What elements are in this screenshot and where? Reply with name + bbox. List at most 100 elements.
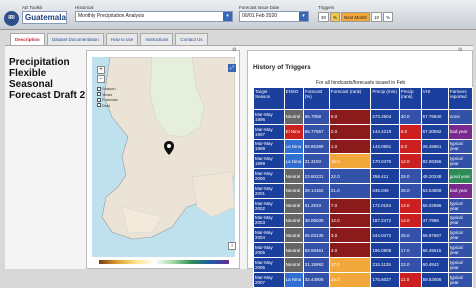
enso-cell: Neutral	[283, 182, 304, 199]
precip-rank-cell: 6.0	[398, 123, 422, 140]
forecast-pct-cell: 38.06039	[302, 212, 330, 229]
historical-value: Monthly Precipitation Analysis	[78, 13, 145, 19]
precip-rank-cell: 30.0	[398, 109, 422, 125]
col-header[interactable]: Precip (mm)	[370, 87, 400, 110]
layer-item[interactable]: Dsfo	[97, 103, 119, 109]
chevron-down-icon: ▾	[223, 12, 232, 21]
precip-rank-cell: 11.0	[398, 271, 422, 288]
trigger-threshold-input[interactable]: 30	[318, 12, 330, 22]
table-row: Mar-May 1999 La Nina 31.3193 16.0 170.0475 12…	[253, 153, 474, 170]
zoom-out-button[interactable]: −	[97, 75, 105, 83]
season-cell: Mar-May 2004	[253, 227, 285, 244]
history-header-row: Target Season ENSO Forecast (%) Forecast…	[253, 87, 474, 110]
col-header[interactable]: Forecast (%)	[302, 87, 330, 110]
checkbox-icon	[97, 103, 101, 108]
table-row: Mar-May 2004 Neutral 65.03139 3.0 244.0472 25…	[253, 227, 474, 244]
col-header[interactable]: Farmers reported	[447, 87, 474, 110]
col-header[interactable]: ENSO	[283, 87, 304, 110]
farmers-cell: typical year	[447, 153, 474, 170]
enso-cell: La Nina	[283, 153, 304, 170]
trigger-second-input[interactable]: 10	[371, 12, 383, 22]
enso-cell: Neutral	[283, 227, 304, 244]
season-cell: Mar-May 1997	[253, 123, 285, 140]
forecast-pct-cell: 66.7058	[302, 109, 330, 125]
col-header[interactable]: Target Season	[253, 87, 285, 110]
enso-cell: La Nina	[283, 138, 304, 155]
forecast-rank-cell: 17.0	[328, 256, 372, 273]
map-info-button[interactable]: i	[228, 242, 236, 250]
farmers-cell: bad year	[447, 123, 474, 140]
farmers-cell: typical year	[447, 227, 474, 244]
table-row: Mar-May 2007 La Nina 32.44906 15.0 175.5027 1…	[253, 271, 474, 288]
farmers-cell: typical year	[447, 256, 474, 273]
zoom-in-button[interactable]: +	[97, 66, 105, 74]
enso-cell: El Nino	[283, 123, 304, 140]
table-row: Mar-May 1998 La Nina 89.86389 1.0 143.0681 5.…	[253, 138, 474, 155]
vhi-cell: 53.54858	[420, 182, 449, 199]
fullscreen-icon[interactable]: ⤢	[228, 64, 236, 72]
forecast-rank-cell: 15.0	[328, 271, 372, 288]
precip-mm-cell: 144.4218	[370, 123, 400, 140]
tab-contact-us[interactable]: Contact Us	[175, 33, 208, 45]
forecast-rank-cell: 7.0	[328, 197, 372, 214]
country-select[interactable]: Guatemala	[22, 11, 67, 24]
precip-rank-cell: 25.0	[398, 227, 422, 244]
precip-mm-cell: 258.411	[370, 168, 400, 184]
history-panel-gear-icon[interactable]: ⚙	[458, 47, 462, 53]
season-cell: Mar-May 2000	[253, 168, 285, 184]
farmers-cell: typical year	[447, 197, 474, 214]
vhi-cell: 57.76840	[420, 109, 449, 125]
forecast-rank-cell: 1.0	[328, 138, 372, 155]
precip-mm-cell: 196.0908	[370, 242, 400, 258]
col-header[interactable]: VHI	[420, 87, 449, 110]
historical-select[interactable]: Monthly Precipitation Analysis ▾	[75, 11, 233, 22]
precip-mm-cell: 187.2472	[370, 212, 400, 229]
forecast-rank-cell: 3.0	[328, 227, 372, 244]
forecast-rank-cell: 2.0	[328, 123, 372, 140]
forecast-rank-cell: 6.0	[328, 109, 372, 125]
history-title: History of Triggers	[253, 64, 311, 71]
col-header[interactable]: Forecast (rank)	[328, 87, 372, 110]
table-row: Mar-May 1996 Neutral 66.7058 6.0 273.2604 30.…	[253, 109, 474, 125]
enso-cell: Neutral	[283, 256, 304, 273]
season-cell: Mar-May 2005	[253, 242, 285, 258]
enso-cell: Neutral	[283, 197, 304, 214]
season-cell: Mar-May 2006	[253, 256, 285, 273]
map-panel-gear-icon[interactable]: ⚙	[232, 47, 236, 53]
season-cell: Mar-May 1999	[253, 153, 285, 170]
vhi-cell: 47.7996	[420, 212, 449, 229]
farmers-cell: bad year	[447, 182, 474, 199]
col-header[interactable]: Precip (rank)	[398, 87, 422, 110]
table-row: Mar-May 2000 Neutral 23.60231 22.0 258.411 29…	[253, 168, 474, 184]
forecast-pct-cell: 59.59461	[302, 242, 330, 258]
tab-dataset-documentation[interactable]: Dataset Documentation	[46, 33, 104, 45]
map-color-legend	[99, 260, 229, 264]
forecast-rank-cell: 12.0	[328, 212, 372, 229]
issue-date-select[interactable]: 00/01 Feb 2020 ▾	[239, 11, 309, 22]
vhi-cell: 60.4842	[420, 256, 449, 273]
forecast-pct-cell: 31.15992	[302, 256, 330, 273]
tab-description[interactable]: Description	[10, 33, 45, 45]
trigger-inputs: 30 % Next Month 10 %	[318, 12, 394, 22]
vhi-cell: 55.02996	[420, 197, 449, 214]
country-select-block: AD Toolkit Guatemala	[22, 5, 67, 24]
tab-instructions[interactable]: Instructions	[140, 33, 174, 45]
forecast-pct-cell: 31.3193	[302, 153, 330, 170]
trigger-lead-select[interactable]: Next Month	[341, 12, 371, 22]
forecast-rank-cell: 4.0	[328, 242, 372, 258]
tab-bar: Description Dataset Documentation How to…	[10, 33, 208, 45]
enso-cell: Neutral	[283, 242, 304, 258]
location-pin-icon[interactable]	[164, 141, 174, 155]
tab-how-to-use[interactable]: How to use	[105, 33, 139, 45]
history-table: Target Season ENSO Forecast (%) Forecast…	[253, 87, 474, 288]
issue-date-block: Forecast Issue Date 00/01 Feb 2020 ▾	[239, 5, 309, 22]
enso-cell: Neutral	[283, 109, 304, 125]
forecast-pct-cell: 23.60231	[302, 168, 330, 184]
enso-cell: Neutral	[283, 168, 304, 184]
table-row: Mar-May 1997 El Nino 66.77557 2.0 144.4218 6.…	[253, 123, 474, 140]
vhi-cell: 59.53006	[420, 271, 449, 288]
vhi-cell: 57.30592	[420, 123, 449, 140]
precip-rank-cell: 29.0	[398, 168, 422, 184]
historical-select-block: Historical Monthly Precipitation Analysi…	[75, 5, 233, 22]
checkbox-icon	[97, 97, 101, 102]
